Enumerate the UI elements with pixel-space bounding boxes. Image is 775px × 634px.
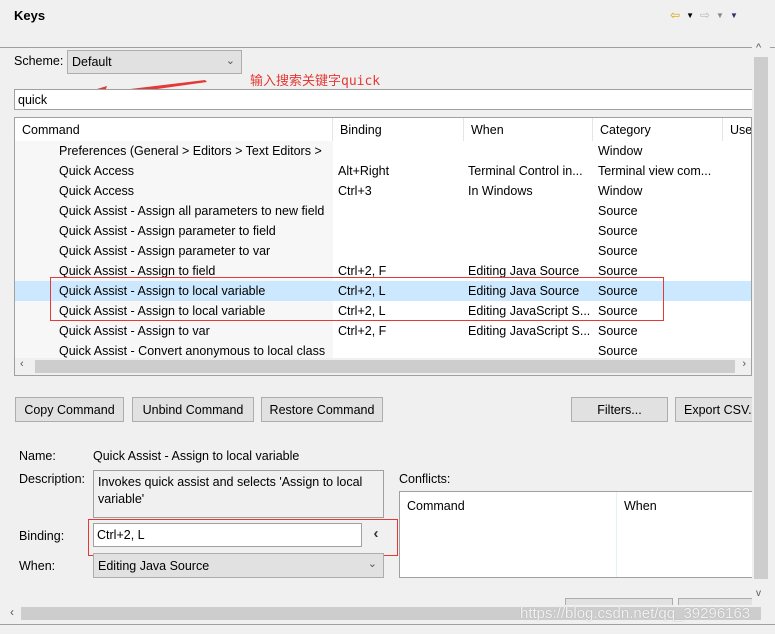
chevron-down-icon: ⌄ [367, 558, 377, 570]
cell-binding [338, 221, 464, 241]
view-menu-icon[interactable]: ▼ [730, 11, 738, 22]
cell-category: Window [598, 184, 643, 198]
keys-table[interactable]: Command ^ Binding When Category Use Prefe… [14, 117, 752, 376]
description-text: Invokes quick assist and selects 'Assign… [93, 470, 384, 518]
back-arrow-icon[interactable]: ⇦ [670, 8, 680, 22]
cell-command: Quick Assist - Assign all parameters to … [59, 204, 325, 218]
cell-command: Quick Access [59, 164, 135, 178]
name-value: Quick Assist - Assign to local variable [93, 449, 300, 463]
cell-command: Quick Assist - Assign parameter to var [59, 244, 271, 258]
column-header-command-label: Command [22, 122, 80, 137]
page-vertical-scrollbar[interactable]: ^ v [752, 40, 770, 605]
copy-command-button[interactable]: Copy Command [15, 397, 124, 422]
divider [0, 47, 775, 48]
binding-label: Binding: [19, 529, 65, 543]
scroll-left-icon[interactable]: ‹ [20, 358, 24, 370]
cell-binding: Alt+Right [338, 164, 390, 178]
cell-command: Quick Assist - Assign to var [59, 324, 210, 338]
view-title: Keys [14, 8, 46, 23]
search-input[interactable]: quick [14, 89, 754, 110]
table-row[interactable]: Quick Assist - Assign parameter to field… [15, 221, 751, 241]
cell-category: Window [598, 144, 643, 158]
cell-binding: Ctrl+2, F [338, 324, 387, 338]
cell-category: Source [598, 224, 638, 238]
when-combo[interactable]: Editing Java Source ⌄ [93, 553, 384, 578]
unbind-command-button[interactable]: Unbind Command [132, 397, 254, 422]
cell-category: Source [598, 324, 638, 338]
forward-dropdown-icon[interactable]: ▼ [716, 11, 724, 22]
annotation-highlight-binding [88, 519, 398, 556]
description-label: Description: [19, 472, 85, 486]
search-value: quick [18, 92, 48, 107]
cell-binding [338, 241, 464, 261]
cell-category: Source [598, 244, 638, 258]
chevron-down-icon: ⌄ [225, 55, 235, 67]
cell-category: Source [598, 204, 638, 218]
scroll-right-icon[interactable]: › [742, 358, 746, 370]
cell-when [468, 221, 592, 241]
scheme-combo[interactable]: Default ⌄ [67, 50, 242, 74]
cell-binding [338, 141, 464, 161]
when-label: When: [19, 559, 56, 573]
scroll-down-icon[interactable]: v [756, 588, 761, 599]
cell-when: In Windows [468, 184, 533, 198]
table-row[interactable]: Quick Assist - Assign to var Ctrl+2, F Edi… [15, 321, 751, 341]
column-header-user[interactable]: Use [723, 118, 751, 141]
column-header-category[interactable]: Category [593, 118, 723, 141]
conflicts-header-command: Command [407, 499, 465, 513]
annotation-text: 输入搜索关键字quick [250, 74, 381, 89]
bottom-border [0, 624, 775, 625]
table-row[interactable]: Quick Access Ctrl+3 In Windows Window [15, 181, 751, 201]
scrollbar-thumb[interactable] [754, 57, 768, 579]
scheme-label: Scheme: [14, 54, 64, 68]
sort-ascending-icon: ^ [169, 117, 174, 123]
cell-category: Terminal view com... [598, 164, 712, 178]
cell-binding [338, 201, 464, 221]
cell-command: Quick Access [59, 184, 135, 198]
conflicts-header-when: When [624, 499, 657, 513]
table-horizontal-scrollbar[interactable]: ‹ › [15, 358, 751, 375]
name-label: Name: [19, 449, 56, 463]
back-dropdown-icon[interactable]: ▼ [686, 11, 694, 22]
when-value: Editing Java Source [98, 558, 210, 573]
scroll-left-icon[interactable]: ‹ [10, 605, 14, 619]
forward-arrow-icon[interactable]: ⇨ [700, 8, 710, 22]
cell-when [468, 241, 592, 261]
conflicts-label: Conflicts: [399, 472, 451, 486]
table-row[interactable]: Quick Assist - Assign parameter to var So… [15, 241, 751, 261]
conflicts-table[interactable]: Command When [399, 491, 769, 578]
filters-button[interactable]: Filters... [571, 397, 668, 422]
cell-when: Editing JavaScript S... [468, 324, 591, 338]
watermark: https://blog.csdn.net/qq_39296163 [520, 605, 751, 622]
cell-binding: Ctrl+3 [338, 184, 372, 198]
table-row[interactable]: Quick Access Alt+Right Terminal Control in… [15, 161, 751, 181]
scrollbar-thumb[interactable] [35, 360, 735, 373]
cell-when [468, 201, 592, 221]
cell-when: Terminal Control in... [468, 164, 583, 178]
table-row[interactable]: Preferences (General > Editors > Text Ed… [15, 141, 751, 161]
restore-command-button[interactable]: Restore Command [261, 397, 383, 422]
cell-when [468, 141, 592, 161]
column-header-command[interactable]: Command ^ [15, 118, 333, 141]
scheme-value: Default [72, 55, 112, 69]
scroll-up-icon[interactable]: ^ [756, 42, 761, 54]
cell-command: Quick Assist - Assign parameter to field [59, 224, 276, 238]
cell-command: Preferences (General > Editors > Text Ed… [59, 144, 322, 158]
annotation-highlight-rows [50, 277, 664, 321]
table-row[interactable]: Quick Assist - Assign all parameters to … [15, 201, 751, 221]
nav-toolbar: ⇦ ▼ ⇨ ▼ ▼ [670, 8, 738, 22]
column-divider [616, 492, 617, 577]
column-header-when[interactable]: When [464, 118, 593, 141]
column-header-binding[interactable]: Binding [333, 118, 464, 141]
